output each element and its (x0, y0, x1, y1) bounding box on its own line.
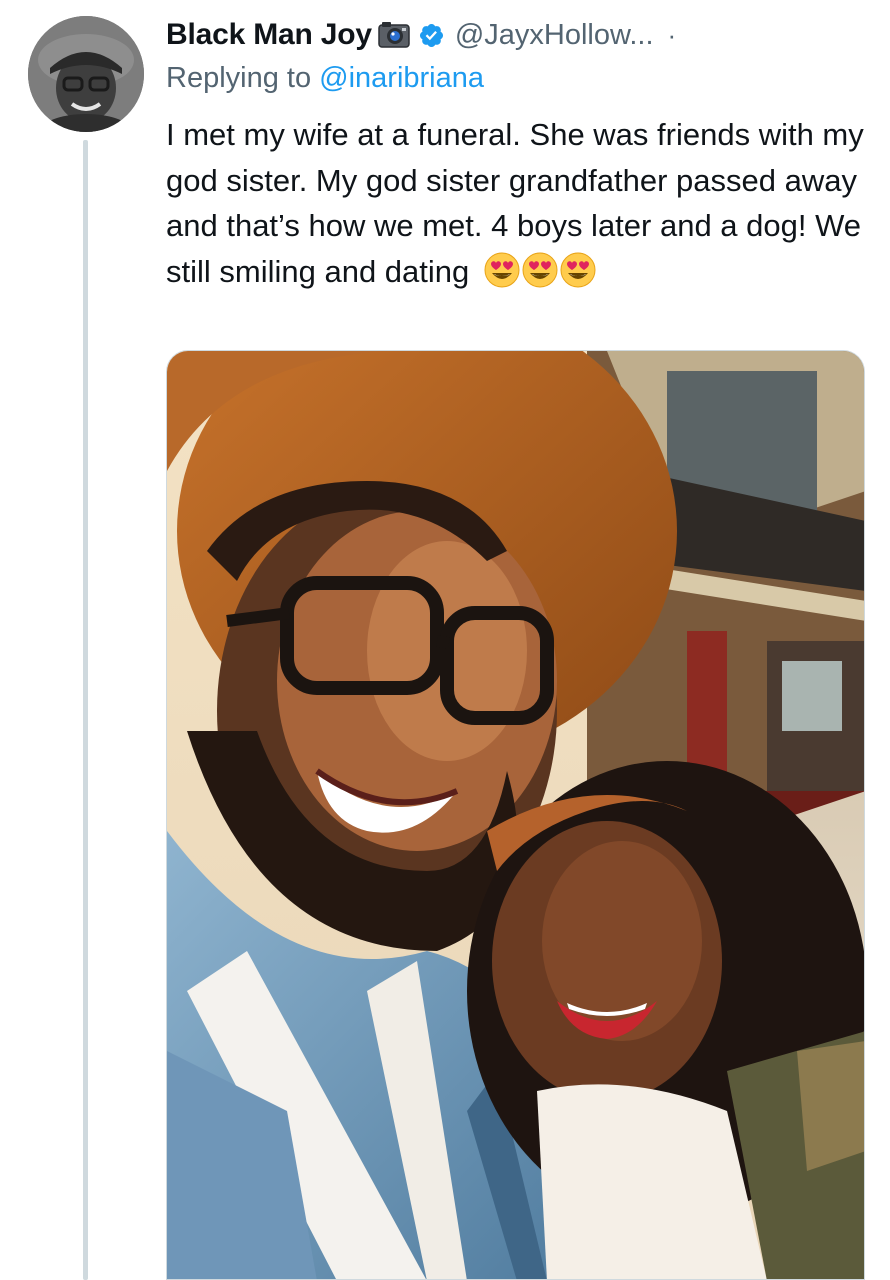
replying-to: Replying to @inaribriana (166, 62, 484, 95)
heart-eyes-emoji-icon (522, 252, 558, 288)
avatar[interactable] (28, 16, 144, 132)
verified-badge-icon (418, 22, 445, 49)
heart-eyes-emoji-icon (560, 252, 596, 288)
display-name[interactable]: Black Man Joy (166, 18, 372, 52)
tweet-text: I met my wife at a funeral. She was frie… (166, 112, 871, 294)
reply-mention-link[interactable]: @inaribriana (319, 62, 484, 94)
separator-dot: · (667, 19, 677, 50)
emoji-group (484, 252, 596, 288)
tweet-photo[interactable] (166, 350, 865, 1280)
author-handle[interactable]: @JayxHollow... (455, 19, 654, 52)
camera-emoji-icon (378, 20, 410, 50)
replying-to-label: Replying to (166, 62, 312, 94)
thread-line (83, 140, 88, 1280)
heart-eyes-emoji-icon (484, 252, 520, 288)
tweet[interactable]: Black Man Joy @JayxHollow... · Replying … (0, 0, 890, 1280)
tweet-header: Black Man Joy @JayxHollow... · (166, 14, 676, 56)
